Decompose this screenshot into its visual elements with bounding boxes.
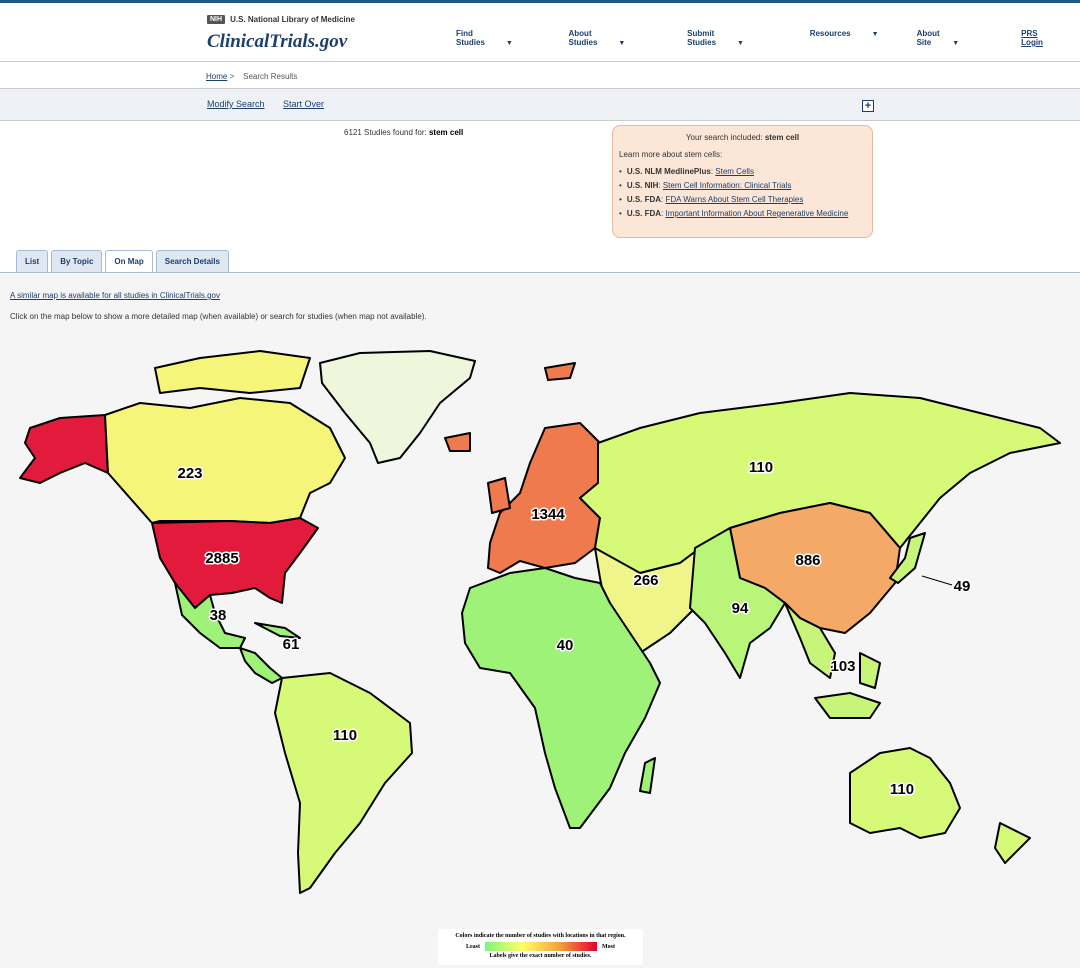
- results-count: 6121 Studies found for: stem cell: [344, 128, 464, 137]
- legend-color-scale: [485, 942, 597, 951]
- nav-about-site[interactable]: About Site ▼: [917, 29, 1003, 47]
- expand-plus-icon[interactable]: +: [862, 100, 874, 112]
- result-tabs: List By Topic On Map Search Details: [16, 250, 229, 273]
- map-instructions: Click on the map below to show a more de…: [10, 312, 427, 321]
- info-item: U.S. NIH: Stem Cell Information: Clinica…: [619, 181, 872, 190]
- caret-down-icon: ▼: [505, 40, 513, 47]
- prs-login-link[interactable]: PRS Login: [1021, 29, 1061, 47]
- region-oceania[interactable]: [849, 747, 1031, 864]
- caret-down-icon: ▼: [618, 40, 626, 47]
- legend-least: Least: [466, 943, 480, 950]
- info-item: U.S. FDA: FDA Warns About Stem Cell Ther…: [619, 195, 872, 204]
- start-over-link[interactable]: Start Over: [283, 99, 324, 109]
- region-count-label[interactable]: 103: [829, 657, 857, 677]
- nav-resources[interactable]: Resources ▼: [810, 29, 898, 47]
- info-title: Your search included: stem cell: [685, 133, 800, 142]
- region-count-label[interactable]: 110: [888, 780, 915, 800]
- caret-down-icon: ▼: [737, 40, 744, 47]
- region-arctic-canada[interactable]: [154, 350, 311, 394]
- search-term: stem cell: [428, 128, 464, 137]
- modify-search-link[interactable]: Modify Search: [207, 99, 265, 109]
- region-count-label[interactable]: 110: [747, 458, 774, 478]
- world-map[interactable]: 223 2885 38 61 110 1344 40 266 110 886 49 94 103 110: [0, 333, 1080, 923]
- region-canada[interactable]: [104, 397, 346, 524]
- tab-search-details[interactable]: Search Details: [155, 250, 229, 272]
- map-legend: Colors indicate the number of studies wi…: [438, 929, 643, 965]
- japan-leader-line: [921, 575, 953, 586]
- site-logo[interactable]: ClinicalTrials.gov: [207, 31, 347, 53]
- info-link[interactable]: FDA Warns About Stem Cell Therapies: [666, 195, 804, 204]
- region-central-america[interactable]: [239, 622, 301, 684]
- region-count-label[interactable]: 49: [952, 577, 972, 597]
- info-item: U.S. NLM MedlinePlus: Stem Cells: [619, 167, 872, 176]
- breadcrumb: Home > Search Results: [0, 62, 1080, 89]
- region-count-label[interactable]: 40: [555, 636, 575, 656]
- region-south-america[interactable]: [274, 672, 413, 894]
- search-toolbar: Modify Search Start Over +: [0, 89, 1080, 121]
- agency-name: U.S. National Library of Medicine: [230, 15, 355, 24]
- nav-find-studies[interactable]: Find Studies ▼: [456, 29, 550, 47]
- info-link[interactable]: Important Information About Regenerative…: [666, 209, 849, 218]
- search-info-box: Your search included: stem cell Learn mo…: [612, 125, 873, 238]
- info-link[interactable]: Stem Cells: [715, 167, 754, 176]
- map-panel: A similar map is available for all studi…: [0, 273, 1080, 968]
- region-count-label[interactable]: 110: [331, 726, 358, 746]
- info-learn-more: Learn more about stem cells:: [619, 150, 723, 159]
- region-count-label[interactable]: 223: [176, 464, 204, 484]
- breadcrumb-home[interactable]: Home: [206, 72, 227, 81]
- breadcrumb-separator: >: [229, 72, 235, 81]
- tab-on-map[interactable]: On Map: [105, 250, 153, 273]
- similar-map-link[interactable]: A similar map is available for all studi…: [10, 291, 220, 300]
- info-item: U.S. FDA: Important Information About Re…: [619, 209, 872, 218]
- region-alaska[interactable]: [19, 414, 109, 484]
- main-nav: Find Studies ▼ About Studies ▼ Submit Stud…: [456, 29, 1080, 47]
- info-link[interactable]: Stem Cell Information: Clinical Trials: [663, 181, 791, 190]
- caret-down-icon: ▼: [952, 40, 960, 47]
- breadcrumb-current: Search Results: [243, 72, 298, 81]
- region-count-label[interactable]: 94: [730, 599, 750, 619]
- legend-note: Labels give the exact number of studies.: [489, 953, 592, 959]
- nlm-brand[interactable]: NIH U.S. National Library of Medicine: [207, 15, 355, 24]
- region-count-label[interactable]: 38: [208, 606, 228, 626]
- region-count-label[interactable]: 1344: [530, 505, 567, 525]
- region-count-label[interactable]: 266: [632, 571, 660, 591]
- region-count-label[interactable]: 886: [794, 551, 822, 571]
- nav-about-studies[interactable]: About Studies ▼: [569, 29, 669, 47]
- nav-submit-studies[interactable]: Submit Studies ▼: [687, 29, 791, 47]
- legend-title: Colors indicate the number of studies wi…: [455, 933, 626, 939]
- legend-most: Most: [602, 943, 615, 950]
- tab-list[interactable]: List: [16, 250, 49, 272]
- tab-by-topic[interactable]: By Topic: [51, 250, 103, 272]
- caret-down-icon: ▼: [871, 31, 879, 38]
- region-count-label[interactable]: 61: [281, 635, 301, 655]
- site-header: NIH U.S. National Library of Medicine Cl…: [0, 3, 1080, 62]
- nih-badge-icon: NIH: [207, 15, 226, 24]
- region-count-label[interactable]: 2885: [204, 549, 240, 569]
